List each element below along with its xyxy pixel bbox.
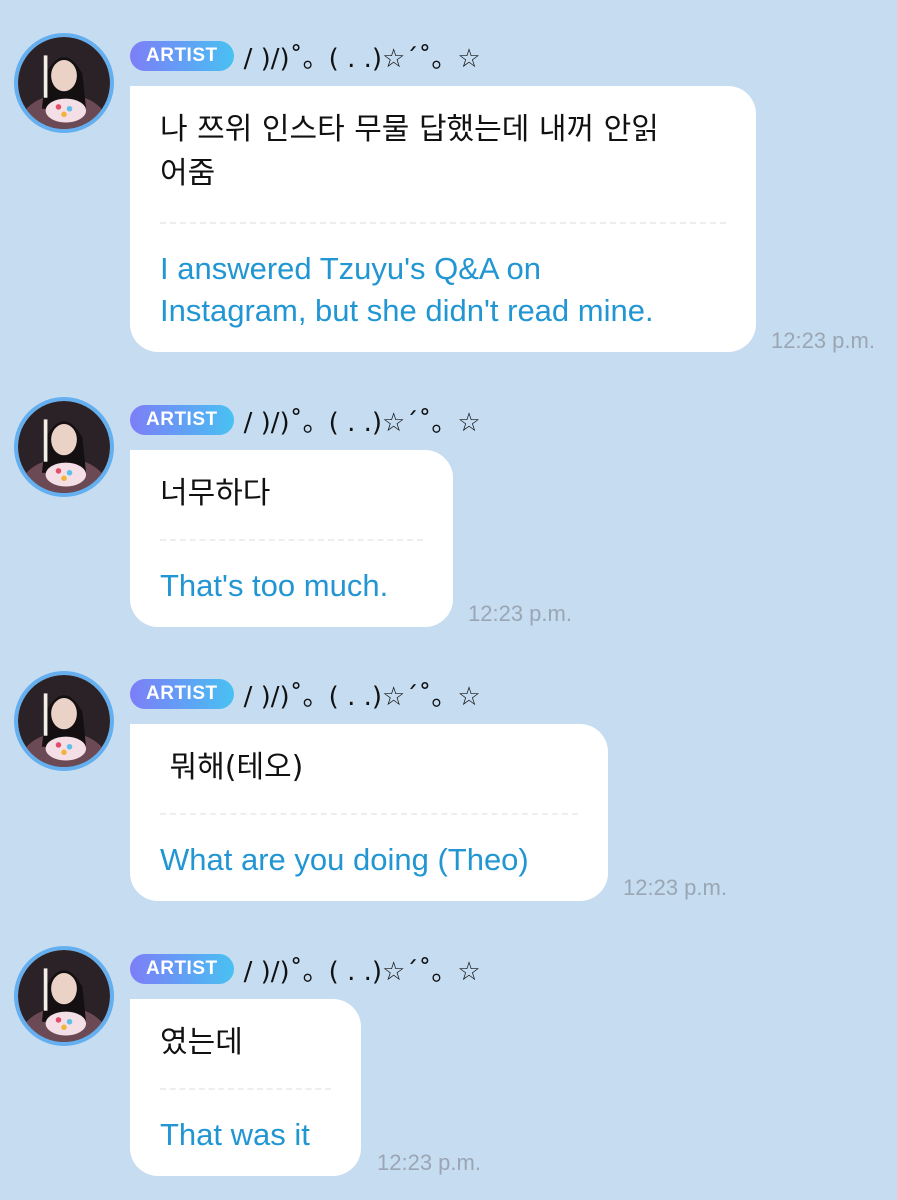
avatar[interactable] (14, 33, 114, 133)
avatar[interactable] (14, 946, 114, 1046)
artist-badge: ARTIST (130, 405, 234, 435)
translated-text: That's too much. (160, 568, 389, 603)
profile-photo-icon (18, 675, 110, 767)
translated-text: That was it (160, 1117, 310, 1152)
nickname: / )/)˚。( . .)☆´˚。☆ (243, 407, 481, 438)
chat-bubble[interactable]: 나 쯔위 인스타 무물 답했는데 내꺼 안읽 어줌 I answered Tzu… (130, 86, 756, 352)
profile-photo-icon (18, 401, 110, 493)
avatar[interactable] (14, 397, 114, 497)
translation-divider (160, 222, 726, 224)
artist-badge: ARTIST (130, 41, 234, 71)
nickname: / )/)˚。( . .)☆´˚。☆ (243, 956, 481, 987)
translated-text: I answered Tzuyu's Q&A on Instagram, but… (160, 251, 654, 328)
original-text: 뭐해(테오) (160, 750, 304, 785)
nickname: / )/)˚。( . .)☆´˚。☆ (243, 681, 481, 712)
original-text: 였는데 (160, 1025, 243, 1060)
chat-bubble[interactable]: 너무하다 That's too much. (130, 450, 453, 627)
timestamp: 12:23 p.m. (468, 601, 572, 626)
message-header: ARTIST / )/)˚。( . .)☆´˚。☆ (130, 952, 481, 987)
message-header: ARTIST / )/)˚。( . .)☆´˚。☆ (130, 677, 481, 712)
message-header: ARTIST / )/)˚。( . .)☆´˚。☆ (130, 403, 481, 438)
artist-badge: ARTIST (130, 679, 234, 709)
original-text: 너무하다 (160, 476, 271, 511)
message-header: ARTIST / )/)˚。( . .)☆´˚。☆ (130, 39, 481, 74)
timestamp: 12:23 p.m. (771, 328, 875, 353)
profile-photo-icon (18, 950, 110, 1042)
profile-photo-icon (18, 37, 110, 129)
translation-divider (160, 1088, 331, 1090)
timestamp: 12:23 p.m. (623, 875, 727, 900)
translation-divider (160, 813, 578, 815)
original-text: 나 쯔위 인스타 무물 답했는데 내꺼 안읽 어줌 (160, 112, 659, 191)
artist-badge: ARTIST (130, 954, 234, 984)
translated-text: What are you doing (Theo) (160, 842, 529, 877)
chat-bubble[interactable]: 였는데 That was it (130, 999, 361, 1176)
timestamp: 12:23 p.m. (377, 1150, 481, 1175)
avatar[interactable] (14, 671, 114, 771)
translation-divider (160, 539, 423, 541)
nickname: / )/)˚。( . .)☆´˚。☆ (243, 43, 481, 74)
chat-bubble[interactable]: 뭐해(테오) What are you doing (Theo) (130, 724, 608, 901)
